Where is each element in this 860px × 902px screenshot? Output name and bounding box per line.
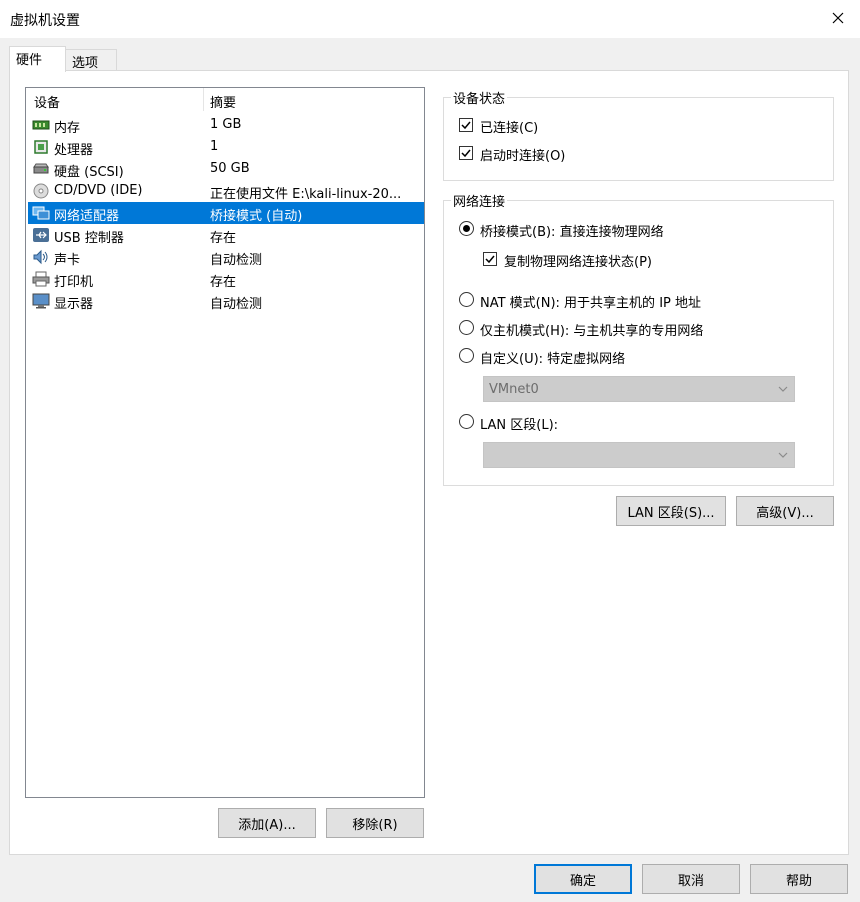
device-name: 声卡 bbox=[54, 253, 81, 268]
advanced-button-label: 高级(V)... bbox=[756, 505, 814, 521]
device-name: 处理器 bbox=[54, 143, 94, 158]
device-summary: 存在 bbox=[210, 275, 237, 290]
remove-button-label: 移除(R) bbox=[352, 817, 398, 833]
device-summary: 1 GB bbox=[210, 117, 242, 132]
printer-icon bbox=[32, 271, 50, 287]
tab-options-label: 选项 bbox=[72, 56, 99, 71]
replicate-label[interactable]: 复制物理网络连接状态(P) bbox=[504, 251, 652, 270]
column-separator[interactable] bbox=[203, 88, 204, 111]
host-only-label[interactable]: 仅主机模式(H): 与主机共享的专用网络 bbox=[480, 320, 703, 339]
cd-dvd-icon bbox=[33, 183, 49, 199]
device-summary: 自动检测 bbox=[210, 253, 263, 268]
device-status-legend: 设备状态 bbox=[451, 88, 508, 107]
window-title: 虚拟机设置 bbox=[10, 13, 80, 29]
device-summary: 存在 bbox=[210, 231, 237, 246]
device-summary: 桥接模式 (自动) bbox=[210, 209, 303, 224]
bridged-radio[interactable] bbox=[459, 221, 474, 236]
device-row-printer[interactable]: 打印机 存在 bbox=[28, 268, 424, 290]
network-connection-legend: 网络连接 bbox=[451, 191, 508, 210]
ok-button-label: 确定 bbox=[569, 873, 596, 889]
custom-network-select[interactable]: VMnet0 bbox=[483, 376, 795, 402]
add-button-label: 添加(A)... bbox=[238, 817, 296, 833]
device-name: USB 控制器 bbox=[54, 231, 124, 246]
connect-at-power-on-label[interactable]: 启动时连接(O) bbox=[480, 145, 565, 164]
device-row-hard-disk[interactable]: 硬盘 (SCSI) 50 GB bbox=[28, 158, 424, 180]
close-button[interactable] bbox=[826, 5, 850, 31]
device-summary: 1 bbox=[210, 139, 219, 154]
checkmark-icon bbox=[461, 149, 471, 158]
connect-at-power-on-checkbox[interactable] bbox=[459, 146, 473, 160]
device-summary: 50 GB bbox=[210, 161, 250, 176]
device-row-processor[interactable]: 处理器 1 bbox=[28, 136, 424, 158]
processor-icon bbox=[34, 140, 48, 154]
device-list[interactable]: 设备 摘要 内存 1 GB 处理器 1 硬盘 (SCSI) 50 GB CD/D… bbox=[25, 87, 425, 798]
connected-label[interactable]: 已连接(C) bbox=[480, 117, 538, 136]
device-name: 内存 bbox=[54, 121, 81, 136]
lan-segment-label[interactable]: LAN 区段(L): bbox=[480, 414, 558, 433]
checkmark-icon bbox=[485, 255, 495, 264]
nat-radio[interactable] bbox=[459, 292, 474, 307]
tab-options[interactable]: 选项 bbox=[65, 49, 117, 71]
column-header-device[interactable]: 设备 bbox=[34, 92, 60, 111]
column-header-summary[interactable]: 摘要 bbox=[210, 92, 236, 111]
tab-hardware[interactable]: 硬件 bbox=[9, 46, 66, 72]
custom-label[interactable]: 自定义(U): 特定虚拟网络 bbox=[480, 348, 625, 367]
add-button[interactable]: 添加(A)... bbox=[218, 808, 316, 838]
replicate-checkbox[interactable] bbox=[483, 252, 497, 266]
device-row-usb[interactable]: USB 控制器 存在 bbox=[28, 224, 424, 246]
device-row-display[interactable]: 显示器 自动检测 bbox=[28, 290, 424, 312]
device-name: CD/DVD (IDE) bbox=[54, 183, 143, 198]
lan-segments-button-label: LAN 区段(S)... bbox=[627, 505, 715, 521]
host-only-radio[interactable] bbox=[459, 320, 474, 335]
cancel-button[interactable]: 取消 bbox=[642, 864, 740, 894]
usb-icon bbox=[33, 228, 49, 242]
cancel-button-label: 取消 bbox=[677, 873, 704, 889]
device-name: 显示器 bbox=[54, 297, 94, 312]
custom-radio[interactable] bbox=[459, 348, 474, 363]
device-summary: 自动检测 bbox=[210, 297, 263, 312]
memory-icon bbox=[32, 120, 50, 130]
nat-label[interactable]: NAT 模式(N): 用于共享主机的 IP 地址 bbox=[480, 292, 701, 311]
device-row-sound-card[interactable]: 声卡 自动检测 bbox=[28, 246, 424, 268]
help-button[interactable]: 帮助 bbox=[750, 864, 848, 894]
chevron-down-icon bbox=[778, 386, 788, 392]
device-status-group bbox=[443, 97, 834, 181]
device-name: 打印机 bbox=[54, 275, 94, 290]
connected-checkbox[interactable] bbox=[459, 118, 473, 132]
device-row-network-adapter[interactable]: 网络适配器 桥接模式 (自动) bbox=[28, 202, 424, 224]
device-name: 硬盘 (SCSI) bbox=[54, 165, 124, 180]
lan-segments-button[interactable]: LAN 区段(S)... bbox=[616, 496, 726, 526]
help-button-label: 帮助 bbox=[785, 873, 812, 889]
ok-button[interactable]: 确定 bbox=[534, 864, 632, 894]
lan-segment-select[interactable] bbox=[483, 442, 795, 468]
title-bar bbox=[0, 0, 860, 38]
hard-disk-icon bbox=[33, 163, 49, 174]
remove-button[interactable]: 移除(R) bbox=[326, 808, 424, 838]
bridged-label[interactable]: 桥接模式(B): 直接连接物理网络 bbox=[480, 221, 664, 240]
sound-card-icon bbox=[33, 249, 48, 265]
device-name: 网络适配器 bbox=[54, 209, 120, 224]
advanced-button[interactable]: 高级(V)... bbox=[736, 496, 834, 526]
custom-network-value: VMnet0 bbox=[489, 382, 539, 397]
network-adapter-icon bbox=[32, 206, 50, 220]
lan-segment-radio[interactable] bbox=[459, 414, 474, 429]
checkmark-icon bbox=[461, 121, 471, 130]
device-row-memory[interactable]: 内存 1 GB bbox=[28, 114, 424, 136]
device-summary: 正在使用文件 E:\kali-linux-20... bbox=[210, 187, 402, 202]
device-row-cd-dvd[interactable]: CD/DVD (IDE) 正在使用文件 E:\kali-linux-20... bbox=[28, 180, 424, 202]
chevron-down-icon bbox=[778, 452, 788, 458]
close-icon bbox=[832, 12, 844, 24]
tab-hardware-label: 硬件 bbox=[16, 53, 43, 68]
display-icon bbox=[32, 293, 50, 309]
